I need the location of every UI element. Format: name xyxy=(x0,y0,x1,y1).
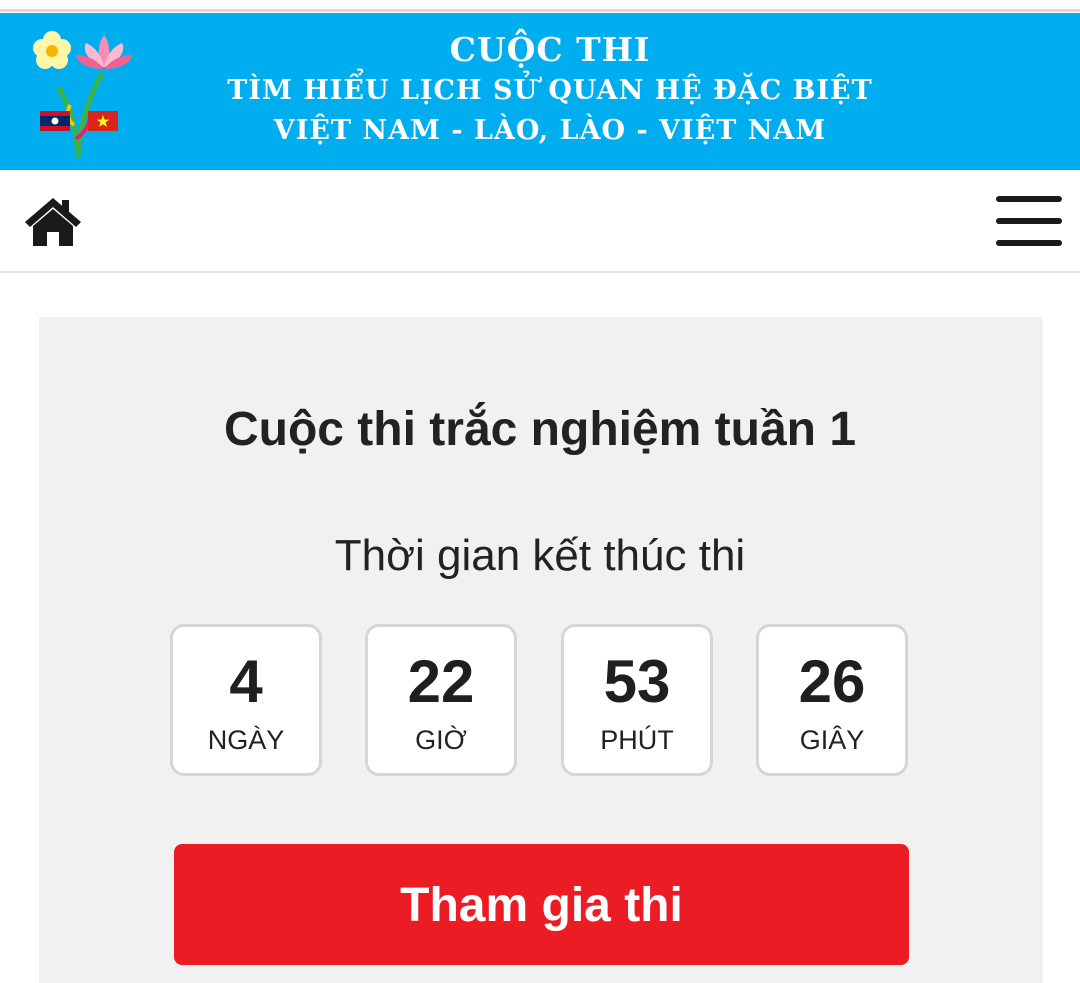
home-button[interactable] xyxy=(22,194,84,248)
countdown-hours-unit: GIỜ xyxy=(415,725,467,755)
countdown-days-value: 4 xyxy=(229,648,263,715)
countdown-days-unit: NGÀY xyxy=(207,725,285,755)
navbar xyxy=(0,170,1080,273)
status-strip xyxy=(0,0,1080,12)
hamburger-menu-icon-bar-middle xyxy=(996,218,1062,224)
countdown-minutes-value: 53 xyxy=(603,648,671,715)
countdown-minutes-unit: PHÚT xyxy=(600,725,674,755)
hamburger-menu-icon-bar-top xyxy=(996,196,1062,202)
contest-title: Cuộc thi trắc nghiệm tuần 1 xyxy=(223,403,857,456)
join-contest-button[interactable]: Tham gia thi xyxy=(174,844,909,965)
hamburger-menu-button[interactable] xyxy=(996,196,1062,248)
countdown-seconds: 26 GIÂY xyxy=(756,624,908,776)
banner-title-line2: Tìm hiểu lịch sử quan hệ đặc biệt xyxy=(227,75,873,106)
countdown-hours-value: 22 xyxy=(407,648,475,715)
banner-title: Cuộc thi Tìm hiểu lịch sử quan hệ đặc bi… xyxy=(0,29,1080,151)
countdown-days: 4 NGÀY xyxy=(170,624,322,776)
banner-title-line3: Việt Nam - Lào, Lào - Việt Nam xyxy=(273,115,827,146)
countdown-hours: 22 GIỜ xyxy=(365,624,517,776)
countdown-seconds-value: 26 xyxy=(798,648,866,715)
countdown-seconds-unit: GIÂY xyxy=(799,725,865,755)
site-banner: Cuộc thi Tìm hiểu lịch sử quan hệ đặc bi… xyxy=(0,13,1080,170)
hamburger-menu-icon-bar-bottom xyxy=(996,240,1062,246)
countdown-minutes: 53 PHÚT xyxy=(561,624,713,776)
end-time-label: Thời gian kết thúc thi xyxy=(334,531,746,580)
banner-title-line1: Cuộc thi xyxy=(449,30,651,69)
home-icon xyxy=(25,198,81,246)
